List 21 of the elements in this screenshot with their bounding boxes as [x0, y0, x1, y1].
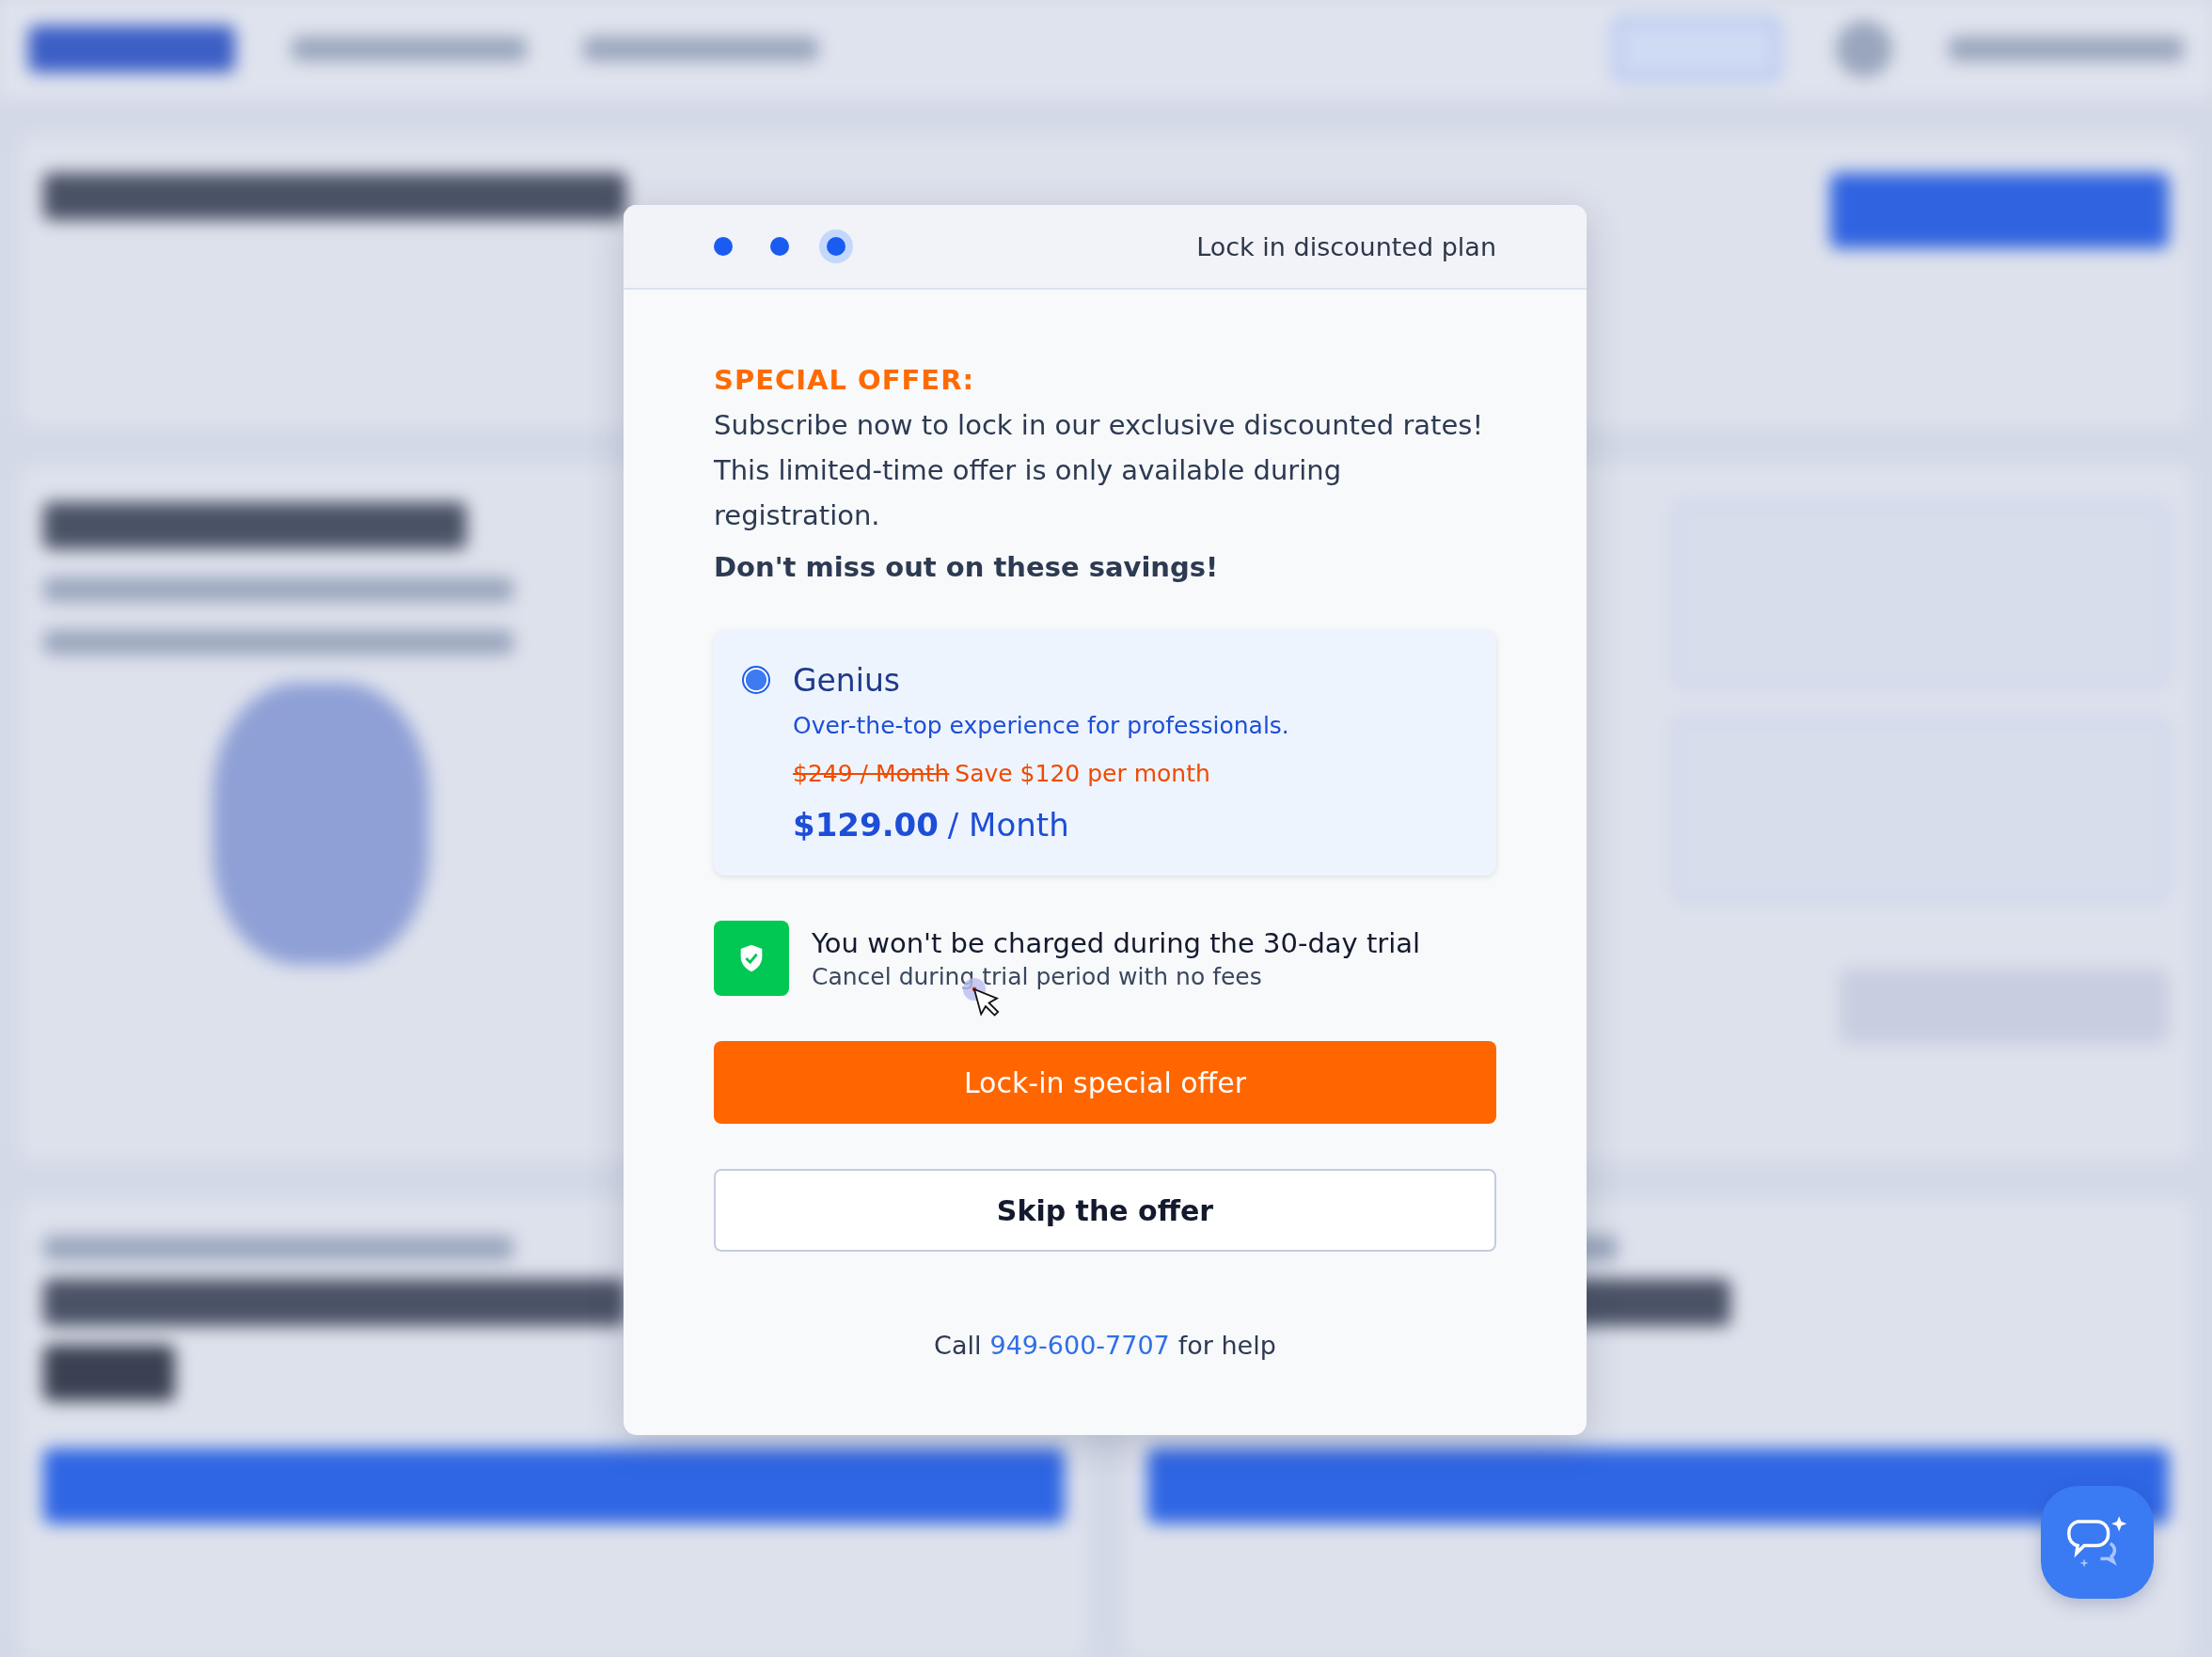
shield-check-icon: [714, 921, 789, 996]
radio-button[interactable]: [742, 666, 770, 694]
phone-link[interactable]: 949-600-7707: [989, 1331, 1170, 1360]
saving-text: Save $120 per month: [955, 760, 1210, 787]
skip-button[interactable]: Skip the offer: [714, 1169, 1496, 1252]
plan-name: Genius: [793, 662, 902, 699]
offer-label: SPECIAL OFFER:: [714, 363, 976, 398]
guarantee-subtitle: Cancel during trial period with no fees: [812, 962, 1263, 990]
offer-text: This limited-time offer is only available during registration.: [714, 453, 1343, 533]
emphasis-text: Don't miss out on these savings!: [714, 551, 1220, 583]
guarantee-title: You won't be charged during the 30-day trial: [812, 926, 1421, 959]
price-period: / Month: [947, 806, 1069, 844]
old-price: $249 / Month: [793, 760, 950, 787]
chat-button[interactable]: [2041, 1486, 2154, 1599]
help-text: for help: [1177, 1331, 1276, 1360]
help-text: Call: [934, 1331, 982, 1360]
offer-text: Subscribe now to lock in our exclusive discounted rates!: [714, 408, 1485, 443]
plan-description: Over-the-top experience for professionals.: [793, 712, 1289, 739]
plan-card[interactable]: Genius Over-the-top experience for professionals. $249 / Month Save $120 per month $129.00 / Month: [714, 630, 1496, 876]
dialog-title: Lock in discounted plan: [1196, 231, 1496, 261]
plan-price: $129.00: [793, 806, 939, 844]
